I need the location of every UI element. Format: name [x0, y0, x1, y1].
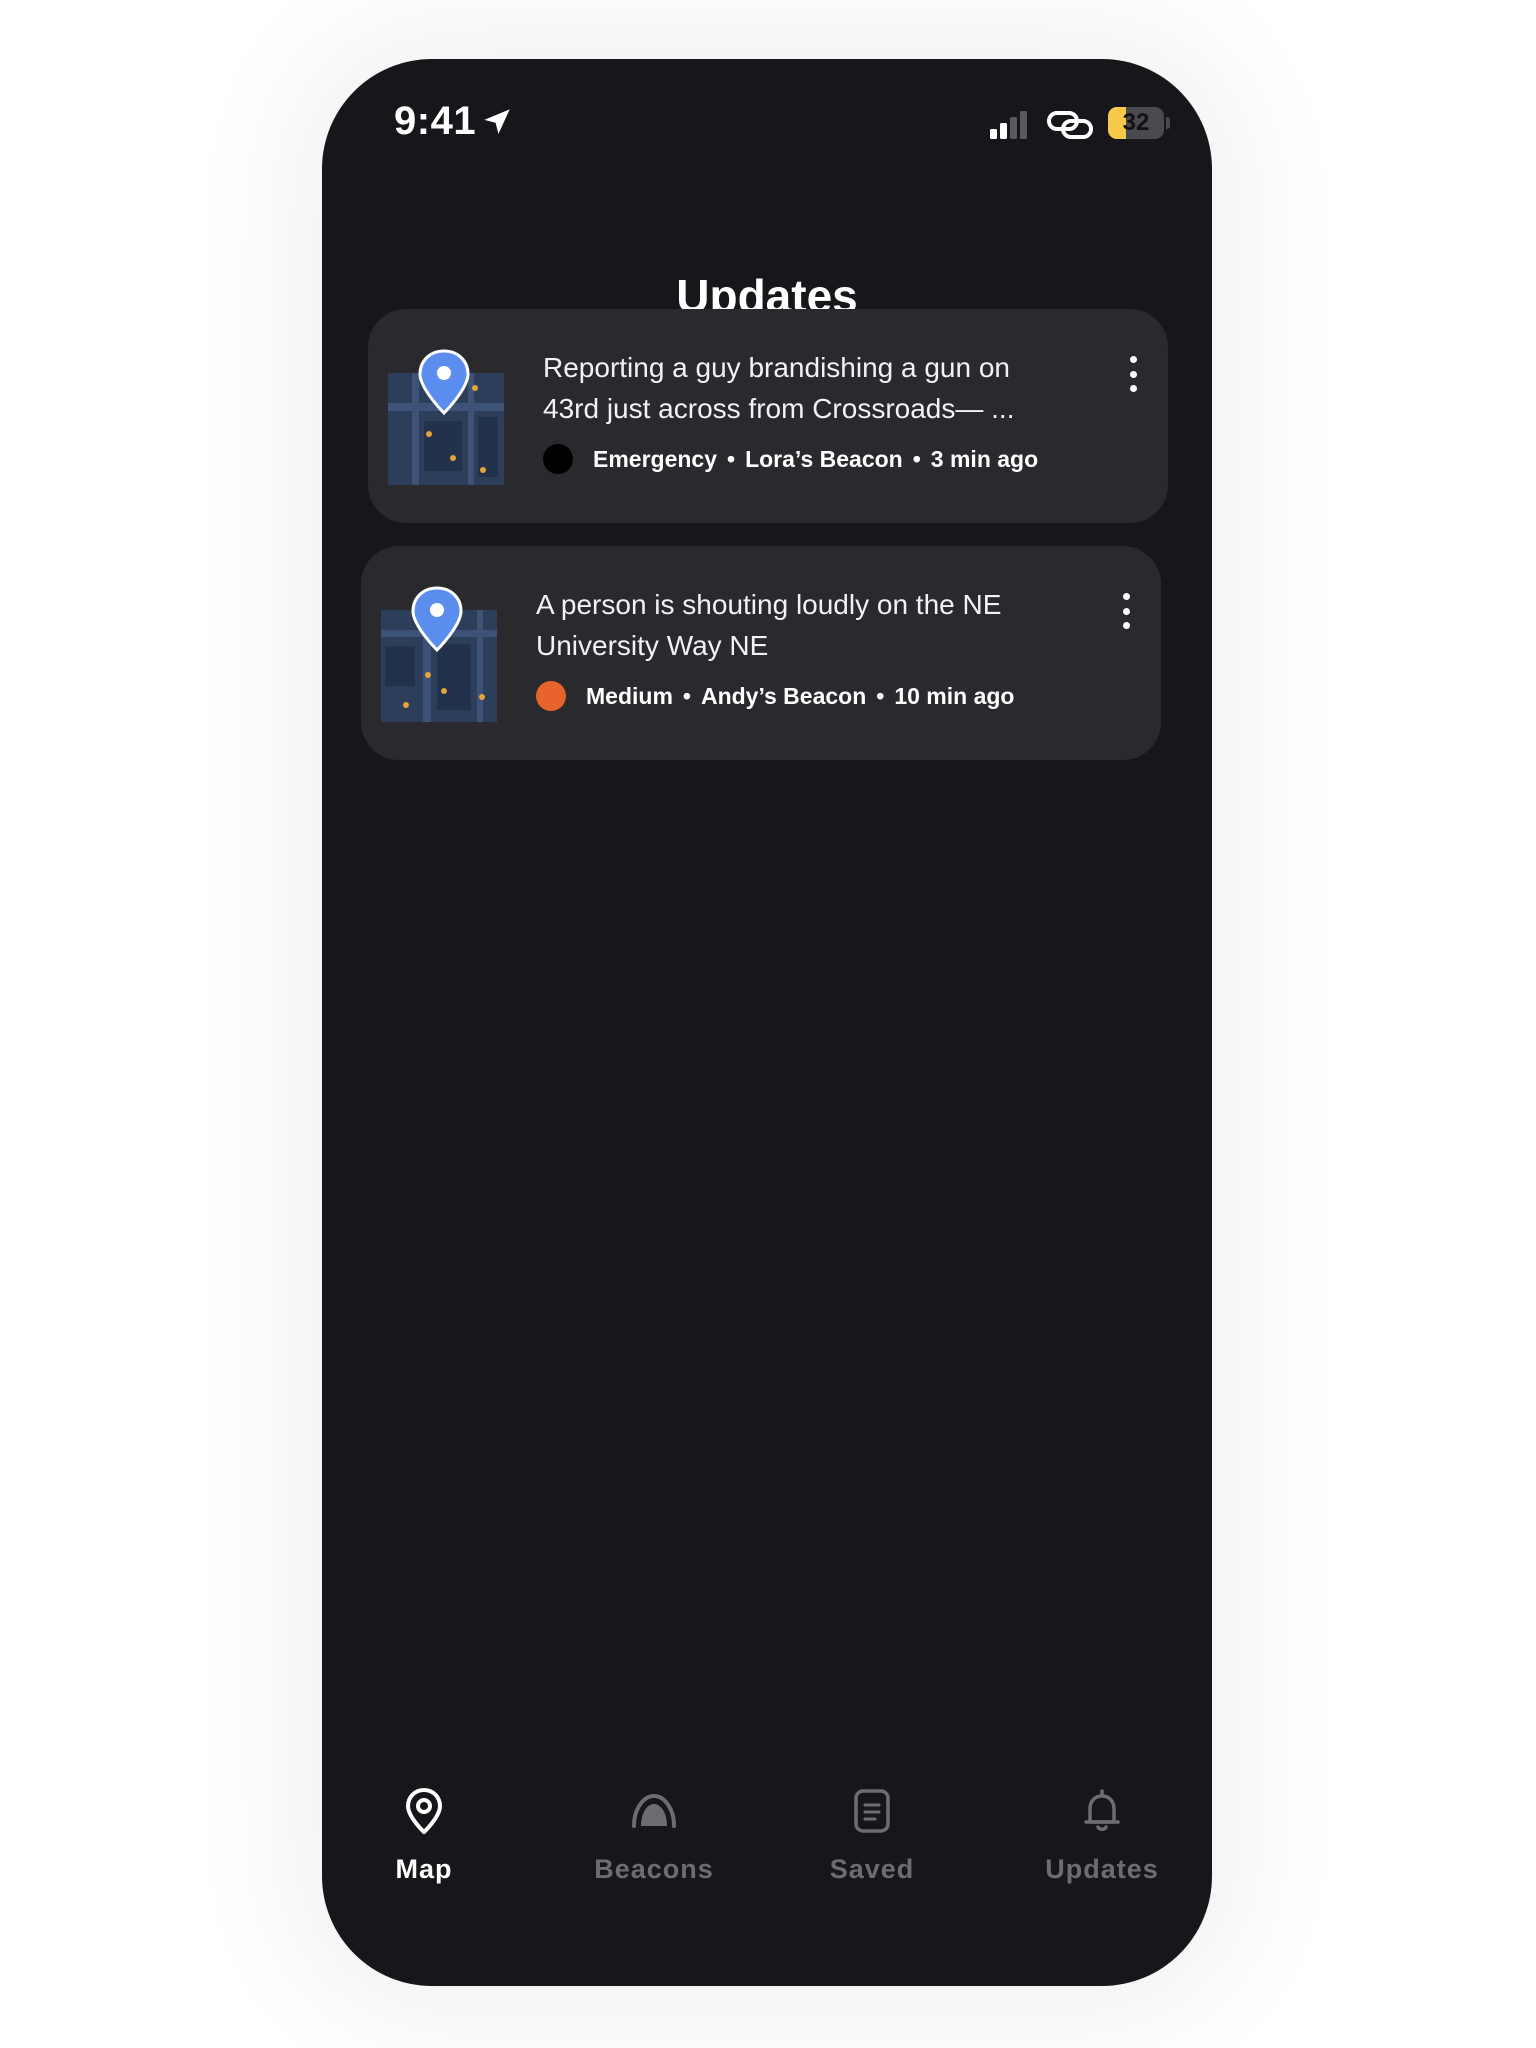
beacon-name: Lora’s Beacon [745, 445, 903, 472]
update-meta: Medium • Andy’s Beacon • 10 min ago [536, 676, 1014, 716]
update-meta: Emergency • Lora’s Beacon • 3 min ago [543, 439, 1038, 479]
update-text: Reporting a guy brandishing a gun on 43r… [543, 352, 1015, 424]
map-thumbnail [388, 349, 504, 489]
tab-map[interactable]: Map [322, 1786, 534, 1916]
severity-dot [543, 444, 573, 474]
tab-beacons[interactable]: Beacons [544, 1786, 764, 1916]
location-pin-icon [411, 586, 463, 653]
saved-document-icon [854, 1789, 890, 1833]
location-pin-icon [418, 349, 470, 416]
beacon-dome-icon [632, 1793, 676, 1828]
meta-separator: • [682, 682, 691, 709]
map-thumbnail [381, 586, 497, 726]
status-time: 9:41 [394, 99, 477, 143]
battery-level: 32 [1122, 109, 1150, 136]
meta-separator: • [727, 445, 736, 472]
cellular-signal-icon [990, 111, 1027, 139]
status-bar: 9:41 32 [322, 59, 1212, 189]
link-connection-icon [1047, 111, 1093, 139]
severity-label: Emergency [593, 445, 718, 472]
meta-separator: • [912, 445, 921, 472]
time-ago: 3 min ago [930, 445, 1039, 472]
tab-label: Updates [1045, 1854, 1159, 1884]
update-card[interactable]: A person is shouting loudly on the NE Un… [361, 546, 1161, 760]
beacon-name: Andy’s Beacon [700, 682, 867, 709]
tab-label: Map [395, 1854, 453, 1884]
tab-bar: Map Beacons Saved Updates [322, 1786, 1212, 1986]
tab-label: Saved [829, 1854, 915, 1884]
severity-dot [536, 681, 566, 711]
update-card[interactable]: Reporting a guy brandishing a gun on 43r… [368, 309, 1168, 523]
map-pin-icon [406, 1788, 442, 1834]
severity-label: Medium [586, 682, 673, 709]
more-options-icon[interactable] [1113, 591, 1139, 631]
battery-indicator: 32 [1108, 107, 1170, 139]
bell-icon [1084, 1789, 1120, 1831]
tab-saved[interactable]: Saved [762, 1786, 982, 1916]
location-arrow-icon [484, 109, 510, 135]
more-options-icon[interactable] [1120, 354, 1146, 394]
tab-label: Beacons [594, 1854, 714, 1884]
phone-screen: 9:41 32 Updates Reporting a guy brandish… [322, 59, 1212, 1986]
battery-body: 32 [1108, 107, 1164, 139]
time-ago: 10 min ago [894, 682, 1015, 709]
tab-updates[interactable]: Updates [992, 1786, 1212, 1916]
battery-cap [1166, 117, 1170, 129]
meta-separator: • [876, 682, 885, 709]
update-text: A person is shouting loudly on the NE Un… [536, 589, 1002, 661]
